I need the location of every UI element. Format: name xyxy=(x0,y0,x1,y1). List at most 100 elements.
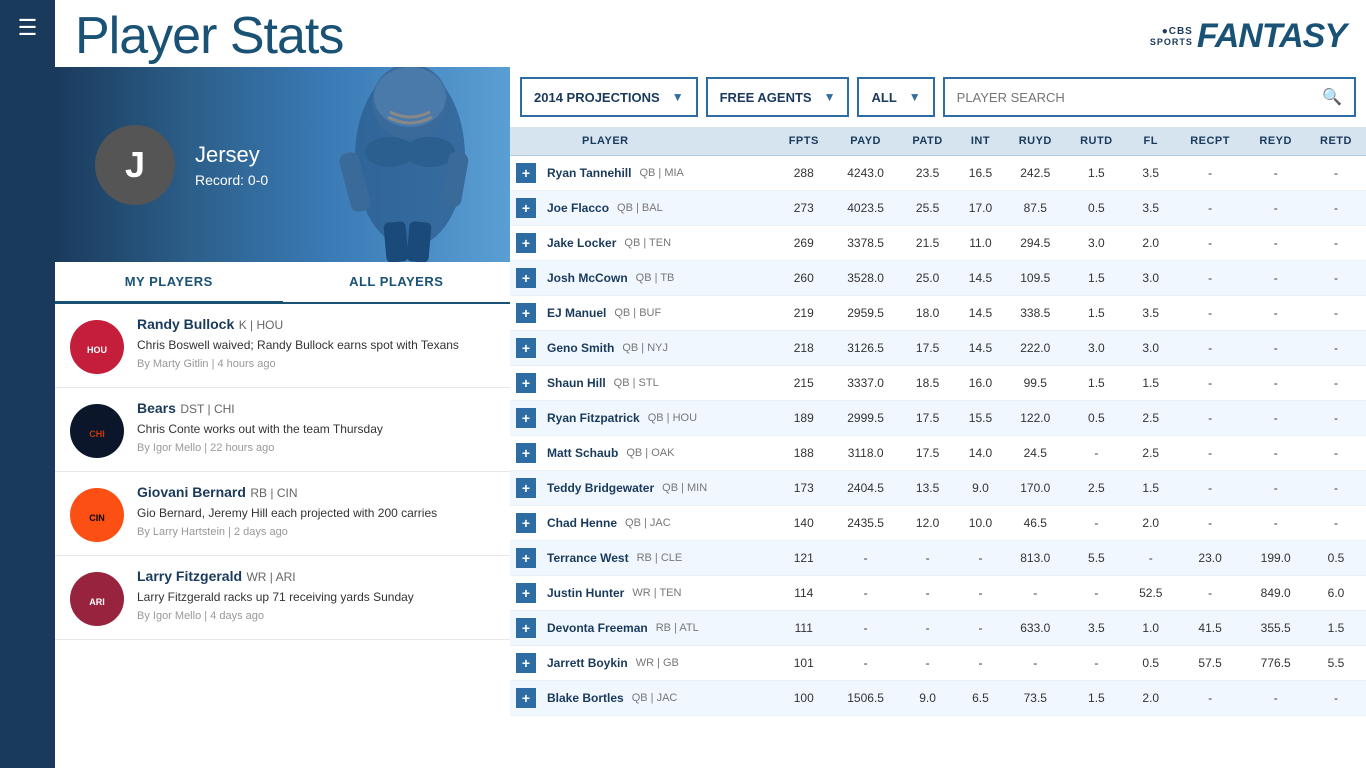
table-row: + Jake Locker QB | TEN 269 3378.5 21.5 1… xyxy=(510,226,1366,261)
int-cell: 14.0 xyxy=(956,436,1004,471)
position-arrow: ▼ xyxy=(909,90,921,104)
ruyd-cell: 122.0 xyxy=(1005,401,1067,436)
fl-cell: 2.0 xyxy=(1127,506,1175,541)
table-row: + EJ Manuel QB | BUF 219 2959.5 18.0 14.… xyxy=(510,296,1366,331)
hero-label: Jersey xyxy=(195,142,268,168)
patd-cell: 13.5 xyxy=(899,471,957,506)
patd-cell: - xyxy=(899,541,957,576)
payd-cell: 2404.5 xyxy=(832,471,898,506)
ruyd-cell: - xyxy=(1005,646,1067,681)
fpts-cell: 101 xyxy=(775,646,832,681)
int-cell: 17.0 xyxy=(956,191,1004,226)
add-button[interactable]: + xyxy=(516,513,536,533)
content-area: J Jersey Record: 0-0 MY PLAYERS ALL PLAY… xyxy=(55,67,1366,768)
fl-cell: - xyxy=(1127,541,1175,576)
add-button[interactable]: + xyxy=(516,373,536,393)
add-cell: + xyxy=(510,296,542,331)
tab-all-players[interactable]: ALL PLAYERS xyxy=(283,262,511,302)
add-button[interactable]: + xyxy=(516,338,536,358)
table-row: + Ryan Tannehill QB | MIA 288 4243.0 23.… xyxy=(510,156,1366,191)
payd-cell: 3337.0 xyxy=(832,366,898,401)
team-logo: ARI xyxy=(70,572,125,627)
cbs-logo: ●CBS xyxy=(1162,26,1193,37)
add-button[interactable]: + xyxy=(516,233,536,253)
rutd-cell: 1.5 xyxy=(1066,261,1127,296)
fpts-cell: 269 xyxy=(775,226,832,261)
rutd-cell: 1.5 xyxy=(1066,156,1127,191)
ruyd-cell: - xyxy=(1005,576,1067,611)
table-row: + Jarrett Boykin WR | GB 101 - - - - - 0… xyxy=(510,646,1366,681)
retd-cell: - xyxy=(1306,156,1366,191)
table-row: + Justin Hunter WR | TEN 114 - - - - - 5… xyxy=(510,576,1366,611)
news-content: Bears DST | CHI Chris Conte works out wi… xyxy=(137,400,495,454)
player-cell: Joe Flacco QB | BAL xyxy=(542,191,775,226)
player-cell: Josh McCown QB | TB xyxy=(542,261,775,296)
add-button[interactable]: + xyxy=(516,688,536,708)
reyd-cell: - xyxy=(1245,261,1306,296)
player-cell: Teddy Bridgewater QB | MIN xyxy=(542,471,775,506)
add-cell: + xyxy=(510,331,542,366)
rutd-cell: - xyxy=(1066,436,1127,471)
left-panel: J Jersey Record: 0-0 MY PLAYERS ALL PLAY… xyxy=(55,67,510,768)
add-button[interactable]: + xyxy=(516,303,536,323)
news-content: Larry Fitzgerald WR | ARI Larry Fitzgera… xyxy=(137,568,495,622)
add-cell: + xyxy=(510,366,542,401)
payd-cell: 4243.0 xyxy=(832,156,898,191)
add-button[interactable]: + xyxy=(516,478,536,498)
player-cell: Jake Locker QB | TEN xyxy=(542,226,775,261)
search-box[interactable]: 🔍 xyxy=(943,77,1356,117)
fl-cell: 2.0 xyxy=(1127,226,1175,261)
payd-cell: 2435.5 xyxy=(832,506,898,541)
add-button[interactable]: + xyxy=(516,163,536,183)
table-row: + Matt Schaub QB | OAK 188 3118.0 17.5 1… xyxy=(510,436,1366,471)
svg-text:HOU: HOU xyxy=(87,345,107,355)
add-button[interactable]: + xyxy=(516,408,536,428)
int-cell: 14.5 xyxy=(956,296,1004,331)
payd-cell: - xyxy=(832,611,898,646)
ruyd-cell: 633.0 xyxy=(1005,611,1067,646)
retd-cell: 5.5 xyxy=(1306,646,1366,681)
fpts-cell: 218 xyxy=(775,331,832,366)
payd-cell: 4023.5 xyxy=(832,191,898,226)
news-meta: By Larry Hartstein | 2 days ago xyxy=(137,526,495,538)
add-button[interactable]: + xyxy=(516,583,536,603)
add-button[interactable]: + xyxy=(516,548,536,568)
player-pos: QB | NYJ xyxy=(622,342,668,354)
add-button[interactable]: + xyxy=(516,443,536,463)
add-button[interactable]: + xyxy=(516,653,536,673)
team-logo: CIN xyxy=(70,488,125,543)
player-name: Joe Flacco xyxy=(547,201,609,215)
table-row: + Devonta Freeman RB | ATL 111 - - - 633… xyxy=(510,611,1366,646)
position-filter[interactable]: ALL ▼ xyxy=(857,77,934,117)
player-cell: Ryan Fitzpatrick QB | HOU xyxy=(542,401,775,436)
add-cell: + xyxy=(510,226,542,261)
recpt-cell: - xyxy=(1175,191,1246,226)
add-button[interactable]: + xyxy=(516,268,536,288)
tab-my-players[interactable]: MY PLAYERS xyxy=(55,262,283,304)
projection-filter[interactable]: 2014 PROJECTIONS ▼ xyxy=(520,77,698,117)
logo: ●CBS SPORTS FANTASY xyxy=(1150,17,1346,56)
recpt-cell: - xyxy=(1175,261,1246,296)
tabs: MY PLAYERS ALL PLAYERS xyxy=(55,262,510,304)
add-button[interactable]: + xyxy=(516,198,536,218)
fl-cell: 2.0 xyxy=(1127,681,1175,716)
th-payd: PAYD xyxy=(832,127,898,156)
th-rutd: RUTD xyxy=(1066,127,1127,156)
menu-icon[interactable]: ☰ xyxy=(18,15,38,41)
retd-cell: 6.0 xyxy=(1306,576,1366,611)
agent-type-filter[interactable]: FREE AGENTS ▼ xyxy=(706,77,850,117)
add-cell: + xyxy=(510,156,542,191)
ruyd-cell: 109.5 xyxy=(1005,261,1067,296)
search-input[interactable] xyxy=(957,90,1322,105)
patd-cell: 17.5 xyxy=(899,401,957,436)
fpts-cell: 189 xyxy=(775,401,832,436)
th-player: PLAYER xyxy=(542,127,775,156)
recpt-cell: 57.5 xyxy=(1175,646,1246,681)
hero-player-image xyxy=(250,67,510,262)
payd-cell: 3126.5 xyxy=(832,331,898,366)
patd-cell: 25.5 xyxy=(899,191,957,226)
patd-cell: 12.0 xyxy=(899,506,957,541)
add-button[interactable]: + xyxy=(516,618,536,638)
recpt-cell: - xyxy=(1175,471,1246,506)
fl-cell: 3.0 xyxy=(1127,261,1175,296)
